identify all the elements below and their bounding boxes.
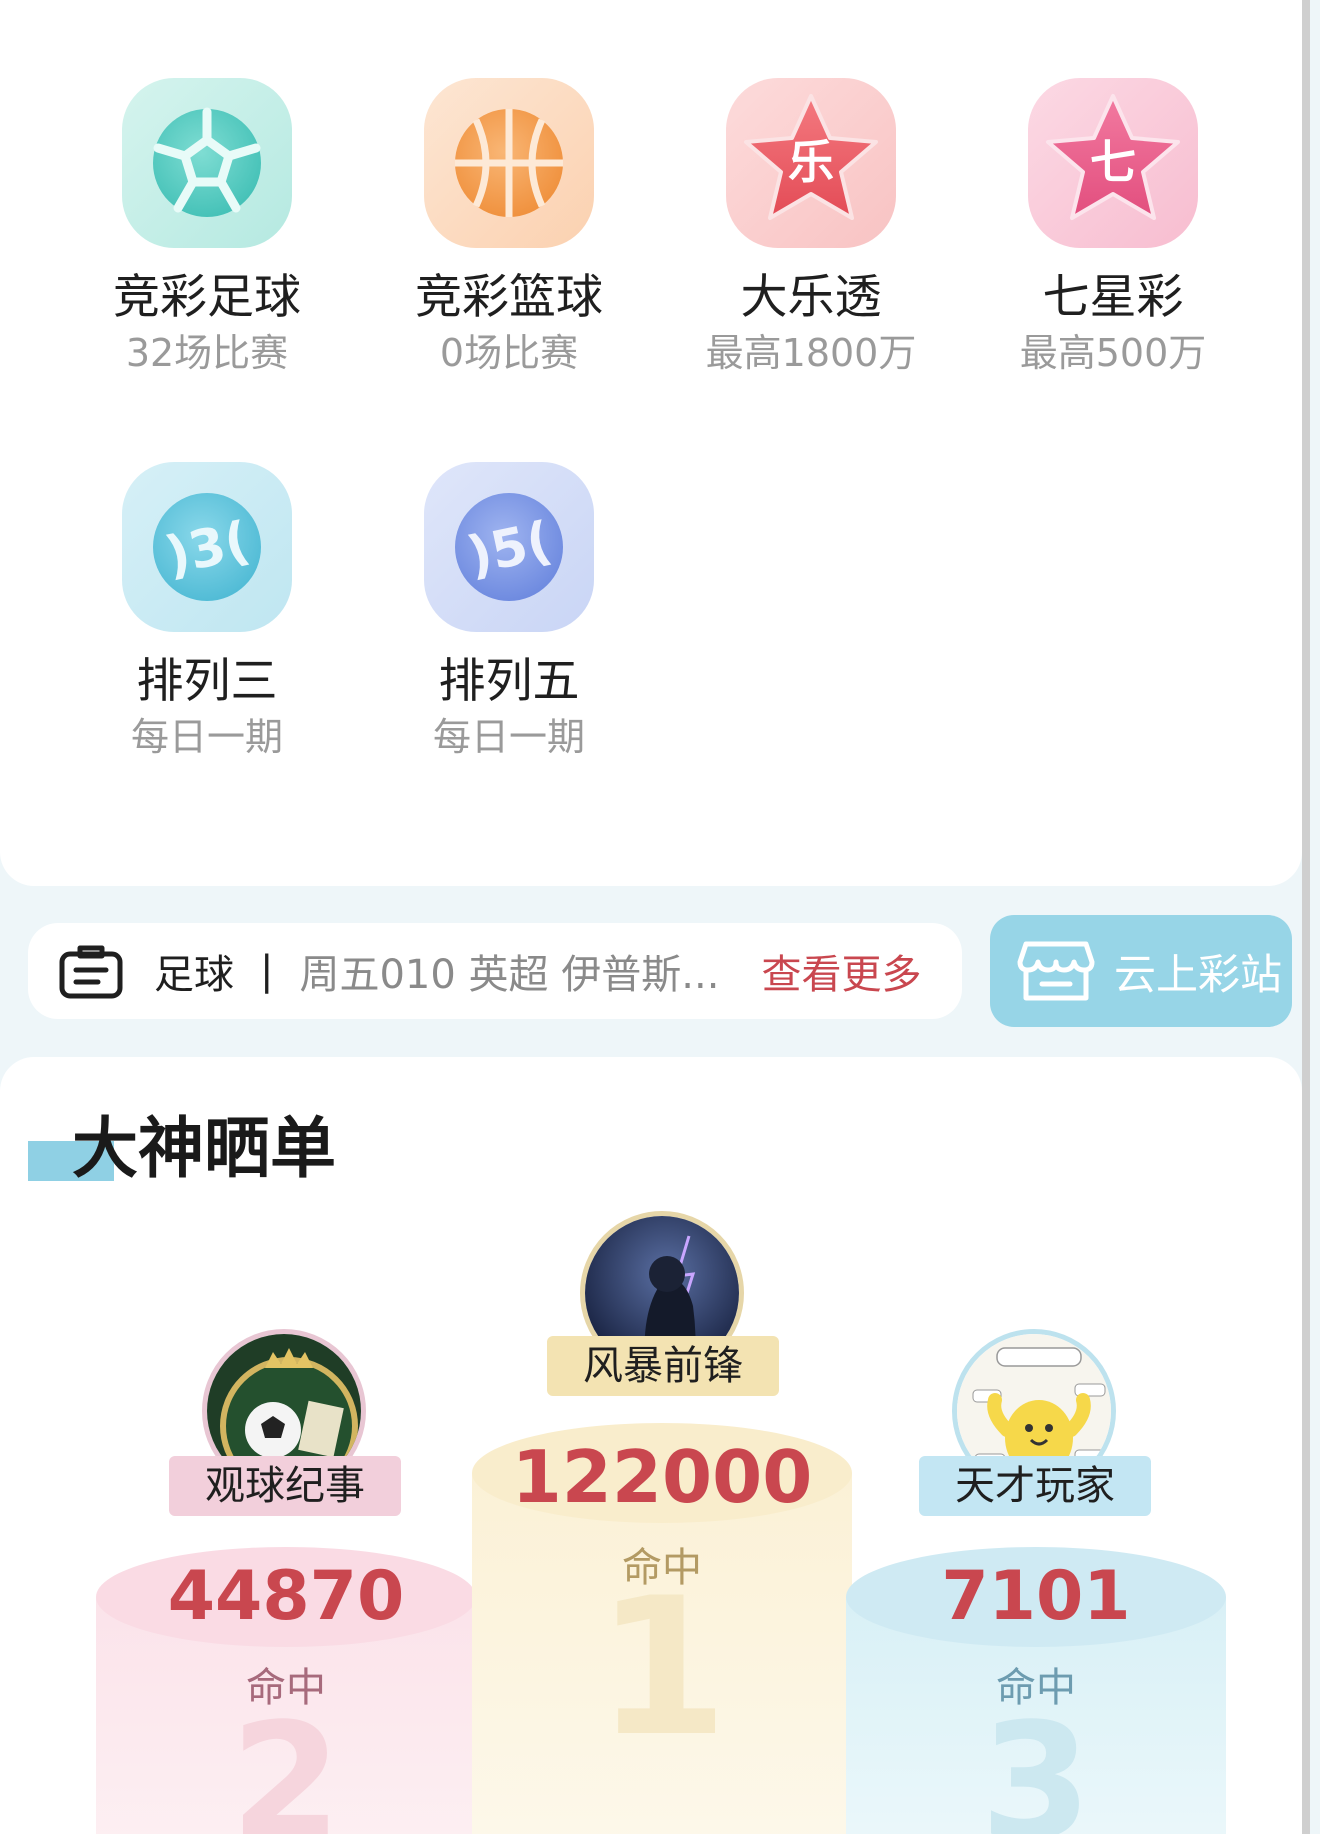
notice-document-icon <box>59 945 123 999</box>
cloud-station-label: 云上彩站 <box>1114 949 1283 999</box>
game-pailiesan[interactable]: )3( 排列三 每日一期 <box>56 462 358 760</box>
scrollbar[interactable] <box>1302 0 1310 1834</box>
hit-label-rank-1: 命中 <box>622 1545 702 1591</box>
hit-label-rank-3: 命中 <box>996 1665 1076 1711</box>
qi-star-icon: 七 <box>1028 78 1198 248</box>
section-title: 大神晒单 <box>72 1110 336 1187</box>
game-subtitle: 最高500万 <box>1019 331 1207 375</box>
player-name-rank-2: 观球纪事 <box>169 1456 401 1516</box>
game-subtitle: 每日一期 <box>130 715 283 759</box>
view-more-link[interactable]: 查看更多 <box>761 942 921 1000</box>
svg-text:七: 七 <box>1090 135 1136 189</box>
svg-text:乐: 乐 <box>788 135 834 189</box>
game-daletou[interactable]: 乐 大乐透 最高1800万 <box>660 78 962 376</box>
notice-category: 足球 <box>154 952 234 998</box>
game-pailiewu[interactable]: )5( 排列五 每日一期 <box>358 462 660 760</box>
leaderboard-card: 大神晒单 2 1 3 风暴前锋 122000 命中 观球纪事 44870 命中 … <box>0 1057 1302 1834</box>
football-icon <box>122 78 292 248</box>
player-name-rank-1: 风暴前锋 <box>547 1336 779 1396</box>
player-name-rank-3: 天才玩家 <box>919 1456 1151 1516</box>
game-basketball[interactable]: 竞彩篮球 0场比赛 <box>358 78 660 376</box>
game-subtitle: 0场比赛 <box>439 331 579 375</box>
le-star-icon: 乐 <box>726 78 896 248</box>
game-title: 大乐透 <box>740 270 882 325</box>
ball-5-icon: )5( <box>424 462 594 632</box>
ball-3-icon: )3( <box>122 462 292 632</box>
game-title: 七星彩 <box>1042 270 1184 325</box>
basketball-icon <box>424 78 594 248</box>
game-title: 竞彩足球 <box>113 270 301 325</box>
game-football[interactable]: 竞彩足球 32场比赛 <box>56 78 358 376</box>
games-card: 竞彩足球 32场比赛 竞彩篮球 0场比赛 乐 大乐透 最高1800万 七 七星彩… <box>0 0 1302 886</box>
game-title: 竞彩篮球 <box>415 270 603 325</box>
notice-separator: | <box>260 948 274 994</box>
shop-icon <box>1017 941 1095 1001</box>
score-rank-2: 44870 <box>167 1557 405 1636</box>
hit-label-rank-2: 命中 <box>246 1665 326 1711</box>
score-rank-1: 122000 <box>511 1435 813 1519</box>
game-qixingcai[interactable]: 七 七星彩 最高500万 <box>962 78 1264 376</box>
score-rank-3: 7101 <box>941 1557 1131 1636</box>
cloud-station-button[interactable]: 云上彩站 <box>990 915 1292 1027</box>
game-title: 排列五 <box>438 654 580 709</box>
game-title: 排列三 <box>136 654 278 709</box>
game-subtitle: 最高1800万 <box>705 331 917 375</box>
game-subtitle: 32场比赛 <box>125 331 289 375</box>
match-notice-bar[interactable]: 足球 | 周五010 英超 伊普斯... 查看更多 <box>28 923 962 1019</box>
game-subtitle: 每日一期 <box>432 715 585 759</box>
notice-text: 周五010 英超 伊普斯... <box>299 952 720 998</box>
